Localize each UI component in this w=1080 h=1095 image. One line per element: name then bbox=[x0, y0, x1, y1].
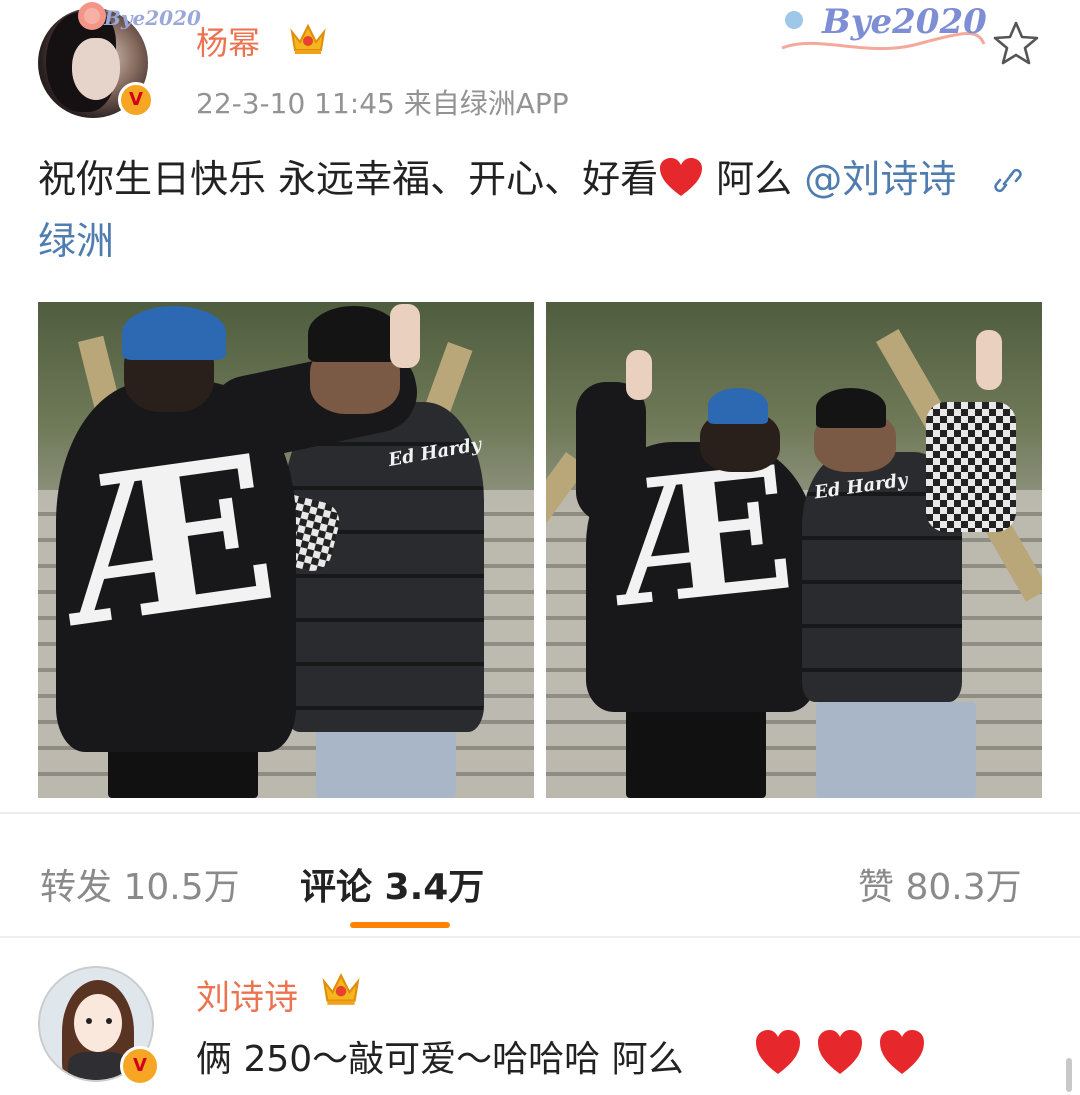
active-tab-indicator bbox=[350, 922, 450, 928]
heart-icon bbox=[660, 158, 703, 196]
decoration-text: Bye2020 bbox=[822, 2, 987, 42]
author-name[interactable]: 杨幂 bbox=[196, 18, 260, 64]
tab-repost[interactable]: 转发 10.5万 bbox=[40, 858, 240, 910]
crown-icon bbox=[290, 23, 326, 54]
divider bbox=[0, 936, 1080, 938]
v-sign-hand bbox=[390, 304, 420, 368]
author-avatar[interactable]: Bye2020 V bbox=[38, 2, 201, 118]
black-cap bbox=[308, 306, 400, 362]
jacket-logo: Æ bbox=[50, 410, 289, 673]
post-content: 祝你生日快乐 永远幸福、开心、好看 阿么 @刘诗诗 绿洲 bbox=[38, 148, 1038, 272]
commenter-name[interactable]: 刘诗诗 bbox=[196, 970, 298, 1019]
commenter-avatar[interactable]: V bbox=[38, 966, 160, 1086]
checkered-sleeve bbox=[926, 402, 1016, 532]
verified-v-icon: V bbox=[118, 82, 154, 118]
blue-cap bbox=[708, 388, 768, 424]
v-sign-hand bbox=[976, 330, 1002, 390]
post-text-tail: 阿么 bbox=[704, 157, 793, 201]
oasis-link-label: 绿洲 bbox=[38, 219, 115, 263]
tab-comment[interactable]: 评论 3.4万 bbox=[300, 858, 484, 910]
blue-cap bbox=[122, 306, 226, 360]
jacket-logo: Æ bbox=[606, 428, 802, 646]
heart-icon bbox=[756, 1030, 800, 1074]
heart-icon bbox=[880, 1030, 924, 1074]
verified-v-icon: V bbox=[120, 1046, 160, 1086]
v-sign-hand bbox=[626, 350, 652, 400]
post-text: 祝你生日快乐 永远幸福、开心、好看 bbox=[38, 157, 659, 201]
comment-text: 俩 250～敲可爱～哈哈哈 阿么 bbox=[196, 1039, 684, 1080]
link-icon bbox=[994, 168, 1023, 193]
divider bbox=[0, 812, 1080, 814]
heart-icons bbox=[756, 1030, 924, 1074]
stats-tab-bar: 转发 10.5万 评论 3.4万 赞 80.3万 bbox=[0, 820, 1080, 930]
tab-like[interactable]: 赞 80.3万 bbox=[858, 858, 1022, 910]
post-meta: 22-3-10 11:45 来自绿洲APP bbox=[196, 87, 569, 120]
jeans bbox=[816, 702, 976, 798]
post-photo-2[interactable]: Æ Ed Hardy bbox=[546, 302, 1042, 798]
avatar-deco-text: Bye2020 bbox=[104, 6, 201, 30]
avatar-flower-decoration bbox=[78, 2, 106, 30]
post-header: Bye2020 V 杨幂 22-3-10 11:45 来自绿洲APP Bye20… bbox=[0, 0, 1080, 130]
mention-link[interactable]: @刘诗诗 bbox=[804, 157, 956, 201]
post-photo-1[interactable]: Æ Ed Hardy bbox=[38, 302, 534, 798]
heart-icon bbox=[818, 1030, 862, 1074]
black-cap bbox=[816, 388, 886, 428]
star-outline-icon[interactable] bbox=[992, 20, 1040, 66]
scrollbar[interactable] bbox=[1066, 1058, 1072, 1092]
crown-icon bbox=[322, 973, 360, 1005]
